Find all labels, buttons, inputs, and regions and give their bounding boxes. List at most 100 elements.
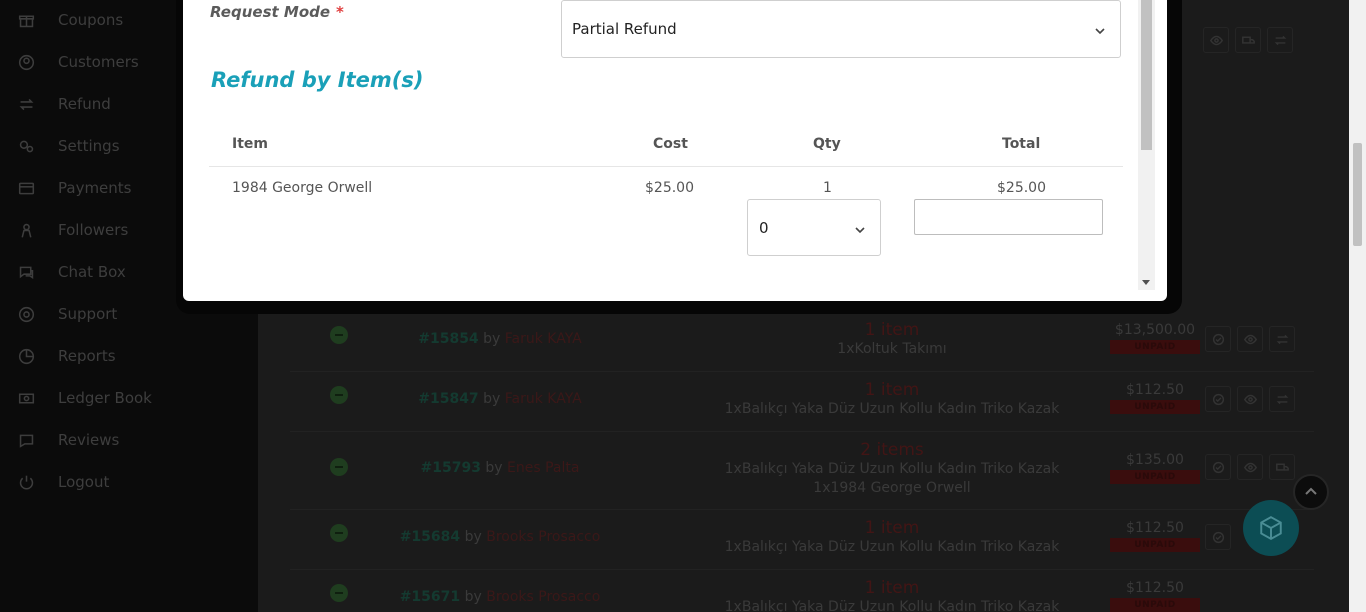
order-price: $112.50 UNPAID [1110, 520, 1200, 552]
sidebar-item-label: Customers [58, 53, 139, 71]
table-row: #15847 by Faruk KAYA 1 item 1xBalıkçı Ya… [290, 372, 1314, 432]
item-cost: $25.00 [645, 180, 694, 196]
cube-icon [1260, 516, 1282, 540]
sidebar-item-label: Payments [58, 179, 132, 197]
row-actions [1205, 326, 1295, 352]
order-number-link[interactable]: #15671 [400, 589, 460, 605]
approve-button[interactable] [1205, 326, 1231, 352]
pie-chart-icon [16, 346, 36, 366]
view-button[interactable] [1237, 326, 1263, 352]
approve-button[interactable] [1205, 386, 1231, 412]
order-number-link[interactable]: #15847 [418, 391, 478, 407]
approve-button[interactable] [1205, 524, 1231, 550]
sidebar-item-label: Support [58, 305, 118, 323]
check-circle-icon [1212, 333, 1224, 345]
sidebar-item-label: Followers [58, 221, 129, 239]
order-amount: $112.50 [1126, 580, 1184, 596]
order-number-link[interactable]: #15684 [400, 529, 460, 545]
product-line: 1xKoltuk Takımı [837, 341, 947, 357]
request-mode-select[interactable]: Partial Refund [561, 0, 1121, 58]
col-total: Total [1002, 136, 1041, 152]
refund-button[interactable] [1267, 27, 1293, 53]
product-line: 1xBalıkçı Yaka Düz Uzun Kollu Kadın Trik… [724, 599, 1060, 612]
refund-button[interactable] [1269, 326, 1295, 352]
sidebar-item-ledger-book[interactable]: Ledger Book [16, 383, 246, 413]
col-qty: Qty [813, 136, 841, 152]
order-price: $112.50 UNPAID [1110, 580, 1200, 612]
sidebar-item-label: Chat Box [58, 263, 126, 281]
chevron-up-icon [1305, 487, 1317, 495]
eye-icon [1243, 462, 1257, 472]
item-total: $25.00 [997, 180, 1046, 196]
order-amount: $13,500.00 [1114, 322, 1196, 338]
customer-link[interactable]: Enes Palta [507, 460, 579, 476]
table-row: #15854 by Faruk KAYA 1 item 1xKoltuk Tak… [290, 312, 1314, 372]
product-line: 1xBalıkçı Yaka Düz Uzun Kollu Kadın Trik… [724, 539, 1060, 555]
modal-scrollbar[interactable] [1138, 0, 1155, 290]
page-scrollbar[interactable] [1349, 0, 1366, 612]
order-items: 2 items 1xBalıkçı Yaka Düz Uzun Kollu Ka… [652, 440, 1132, 498]
order-ref: #15684 by Brooks Prosacco [350, 529, 650, 545]
status-icon [330, 524, 348, 542]
view-button[interactable] [1237, 386, 1263, 412]
power-icon [16, 472, 36, 492]
by-text: by [464, 529, 482, 545]
order-amount: $135.00 [1126, 452, 1184, 468]
row-actions [1205, 386, 1295, 412]
check-circle-icon [1212, 531, 1224, 543]
chat-icon [16, 262, 36, 282]
help-widget-button[interactable] [1243, 500, 1299, 556]
refund-table-header: Item Cost Qty Total [209, 126, 1123, 167]
shipment-button[interactable] [1269, 454, 1295, 480]
sidebar-item-label: Reviews [58, 431, 120, 449]
sidebar-item-label: Coupons [58, 11, 124, 29]
row-actions [1203, 27, 1293, 53]
order-items: 1 item 1xBalıkçı Yaka Düz Uzun Kollu Kad… [652, 518, 1132, 557]
by-text: by [483, 331, 501, 347]
customer-link[interactable]: Faruk KAYA [505, 391, 582, 407]
item-count: 1 item [864, 518, 920, 538]
refund-modal: Request Mode * Partial Refund Refund by I… [183, 0, 1167, 301]
item-qty: 1 [823, 180, 832, 196]
truck-icon [1275, 463, 1289, 471]
scroll-to-top-button[interactable] [1293, 474, 1329, 510]
refund-total-input[interactable] [914, 199, 1103, 235]
chevron-down-icon [854, 222, 866, 240]
order-price: $135.00 UNPAID [1110, 452, 1200, 484]
order-items: 1 item 1xBalıkçı Yaka Düz Uzun Kollu Kad… [652, 578, 1132, 612]
money-icon [16, 388, 36, 408]
customer-link[interactable]: Brooks Prosacco [486, 589, 600, 605]
scroll-down-arrow-icon[interactable] [1142, 280, 1150, 285]
order-number-link[interactable]: #15793 [421, 460, 481, 476]
customer-link[interactable]: Faruk KAYA [505, 331, 582, 347]
sidebar-item-label: Settings [58, 137, 120, 155]
order-number-link[interactable]: #15854 [418, 331, 478, 347]
product-line: 1x1984 George Orwell [813, 480, 971, 496]
sidebar-item-label: Logout [58, 473, 110, 491]
check-circle-icon [1212, 393, 1224, 405]
sidebar-item-reviews[interactable]: Reviews [16, 425, 246, 455]
order-items: 1 item 1xBalıkçı Yaka Düz Uzun Kollu Kad… [652, 380, 1132, 419]
item-name: 1984 George Orwell [232, 180, 373, 196]
modal-scrollbar-thumb[interactable] [1141, 0, 1152, 150]
order-ref: #15793 by Enes Palta [350, 460, 650, 476]
sidebar-item-reports[interactable]: Reports [16, 341, 246, 371]
chevron-down-icon [1094, 23, 1106, 41]
eye-icon [1243, 334, 1257, 344]
refund-qty-select[interactable]: 0 [747, 199, 881, 256]
sidebar-item-logout[interactable]: Logout [16, 467, 246, 497]
request-mode-value: Partial Refund [572, 20, 677, 38]
refund-button[interactable] [1269, 386, 1295, 412]
sidebar-item-label: Reports [58, 347, 116, 365]
view-button[interactable] [1203, 27, 1229, 53]
page-scrollbar-thumb[interactable] [1353, 143, 1362, 246]
view-button[interactable] [1237, 454, 1263, 480]
refund-arrows-icon [16, 94, 36, 114]
col-item: Item [232, 136, 268, 152]
order-amount: $112.50 [1126, 382, 1184, 398]
shipment-button[interactable] [1235, 27, 1261, 53]
status-badge: UNPAID [1110, 340, 1200, 354]
customer-link[interactable]: Brooks Prosacco [486, 529, 600, 545]
approve-button[interactable] [1205, 454, 1231, 480]
order-ref: #15854 by Faruk KAYA [350, 331, 650, 347]
